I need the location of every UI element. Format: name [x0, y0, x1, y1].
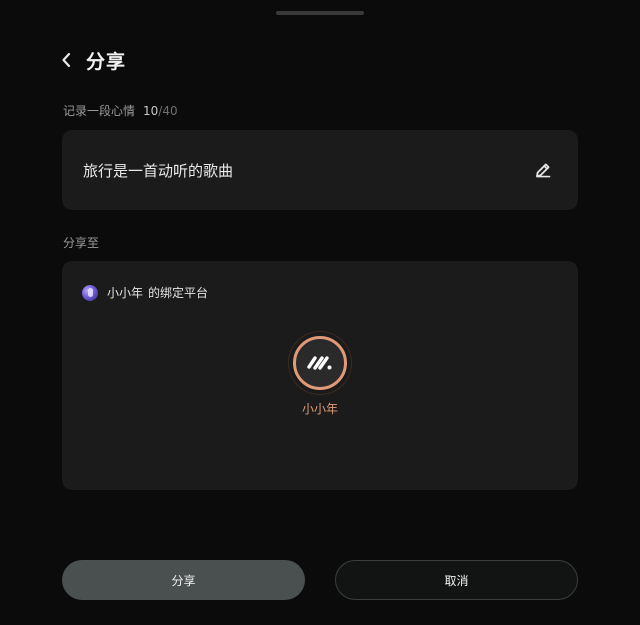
- note-count-current: 10: [143, 103, 159, 118]
- header: 分享: [56, 44, 126, 76]
- user-name: 小小年: [107, 286, 144, 300]
- avatar: [82, 284, 98, 301]
- note-char-counter: 10/40: [143, 104, 178, 118]
- platform-logo-icon: [293, 336, 347, 390]
- note-card[interactable]: 旅行是一首动听的歌曲: [62, 130, 578, 210]
- platform-option[interactable]: 小小年: [288, 331, 352, 417]
- sheet-drag-handle[interactable]: [276, 11, 364, 15]
- share-to-label: 分享至: [63, 236, 100, 250]
- bound-user-row: 小小年 的绑定平台: [82, 284, 208, 301]
- share-button[interactable]: 分享: [62, 560, 305, 600]
- note-label: 记录一段心情: [63, 104, 136, 118]
- page-title: 分享: [86, 50, 127, 73]
- platform-selected-ring: [288, 331, 352, 395]
- back-button[interactable]: [56, 44, 76, 76]
- note-count-max: /40: [158, 103, 178, 118]
- chevron-left-icon: [62, 52, 71, 68]
- cancel-button[interactable]: 取消: [335, 560, 578, 600]
- note-text[interactable]: 旅行是一首动听的歌曲: [83, 160, 233, 181]
- note-label-row: 记录一段心情 10/40: [63, 102, 178, 119]
- bound-platform-label: 的绑定平台: [148, 286, 209, 300]
- platform-card: 小小年 的绑定平台 小小年: [62, 261, 578, 490]
- edit-note-button[interactable]: [534, 161, 552, 179]
- platform-name: 小小年: [301, 402, 338, 416]
- pencil-icon: [536, 163, 551, 178]
